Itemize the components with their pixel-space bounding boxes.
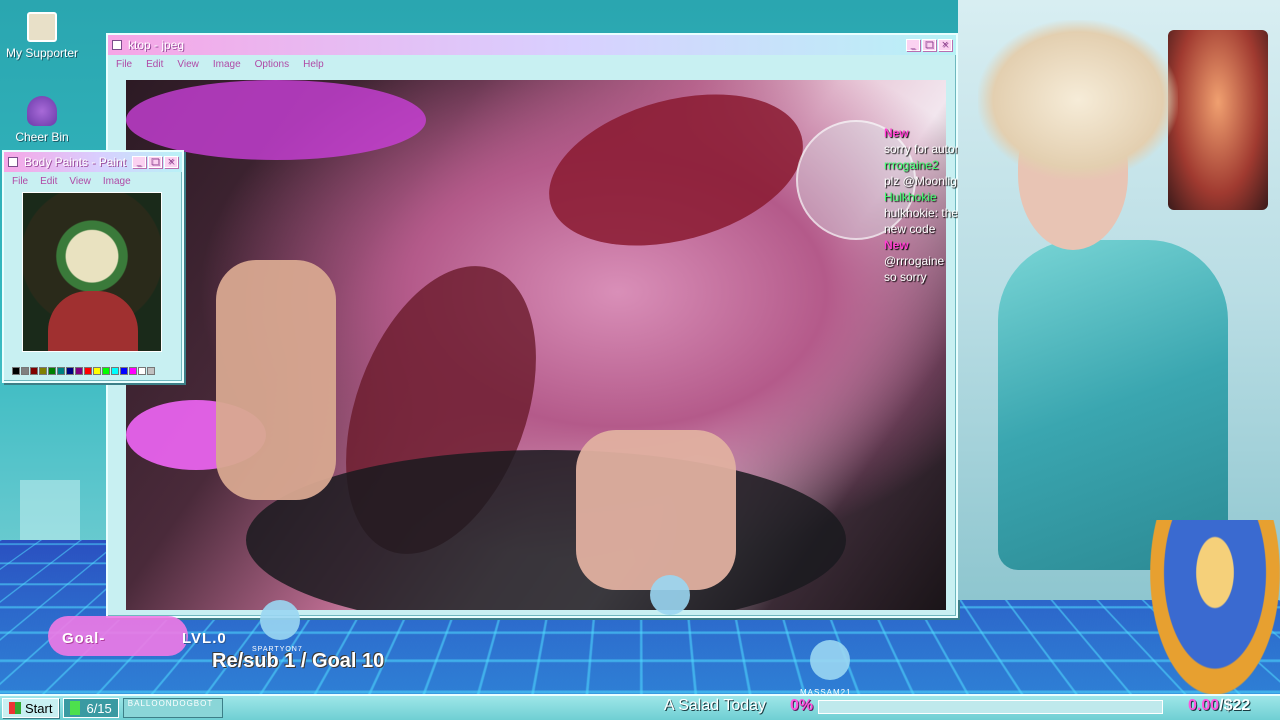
menu-file[interactable]: File (12, 176, 28, 187)
menu-file[interactable]: File (116, 59, 132, 70)
maximize-button[interactable]: □ (148, 156, 162, 168)
sub-goal-text: Re/sub 1 / Goal 10 (212, 650, 385, 672)
trash-bin-icon (27, 96, 57, 126)
counter-icon (70, 701, 81, 715)
donation-amount: 0.00/$22 (1188, 697, 1250, 715)
menu-edit[interactable]: Edit (146, 59, 163, 70)
close-button[interactable]: × (164, 156, 178, 168)
camera-view (126, 80, 946, 610)
goal-counter-button[interactable]: 6/15 (63, 698, 119, 718)
computer-icon (27, 12, 57, 42)
window-title: ktop - jpeg (128, 38, 185, 52)
paint-window: Body Paints - Paint _ □ × File Edit View… (2, 150, 184, 383)
desktop-icon-cheer-bin[interactable]: Cheer Bin (0, 96, 84, 144)
palette-swatch[interactable] (66, 367, 74, 375)
windows-flag-icon (9, 702, 21, 714)
salad-goal-label: A Salad Today (664, 697, 767, 714)
palette-swatch[interactable] (129, 367, 137, 375)
palette-swatch[interactable] (57, 367, 65, 375)
palette-swatch[interactable] (93, 367, 101, 375)
start-button[interactable]: Start (2, 698, 60, 718)
window-titlebar[interactable]: Body Paints - Paint _ □ × (4, 152, 182, 172)
paint-stroke (532, 80, 820, 272)
hand (576, 430, 736, 590)
menu-view[interactable]: View (177, 59, 199, 70)
palette-swatch[interactable] (12, 367, 20, 375)
desktop-icon-label: Cheer Bin (15, 130, 69, 144)
palette-swatch[interactable] (30, 367, 38, 375)
desk-mat (246, 450, 846, 610)
palette-swatch[interactable] (84, 367, 92, 375)
portrait-suit (48, 291, 138, 351)
palette-swatch[interactable] (138, 367, 146, 375)
goal-label: Goal- (62, 630, 106, 647)
menu-bar: File Edit View Image (4, 172, 182, 190)
level-label: LVL.0 (182, 630, 227, 647)
minimize-button[interactable]: _ (132, 156, 146, 168)
palette-swatch[interactable] (21, 367, 29, 375)
palette-swatch[interactable] (75, 367, 83, 375)
goal-progress-bar (818, 700, 1163, 714)
color-palette (12, 367, 155, 375)
menu-bar: File Edit View Image Options Help (108, 55, 956, 73)
hand (216, 260, 336, 500)
palette-swatch[interactable] (39, 367, 47, 375)
desktop-icon-my-supporter[interactable]: My Supporter (0, 12, 84, 60)
balloon-dog-icon (810, 640, 850, 680)
close-button[interactable]: × (938, 39, 952, 51)
desktop-icon-label: My Supporter (5, 46, 79, 60)
paint-stroke (126, 80, 426, 160)
goal-counter: 6/15 (86, 700, 112, 716)
webcam-feed (958, 0, 1280, 600)
maximize-button[interactable]: □ (922, 39, 936, 51)
balloon-dog-icon (650, 575, 690, 615)
window-title: Body Paints - Paint (24, 155, 127, 169)
menu-options[interactable]: Options (255, 59, 289, 70)
background-building (20, 480, 80, 540)
palette-swatch[interactable] (102, 367, 110, 375)
palette-swatch[interactable] (147, 367, 155, 375)
paint-canvas[interactable] (22, 192, 162, 352)
palette-swatch[interactable] (48, 367, 56, 375)
palette-swatch[interactable] (120, 367, 128, 375)
menu-help[interactable]: Help (303, 59, 324, 70)
start-label: Start (25, 700, 53, 716)
menu-image[interactable]: Image (213, 59, 241, 70)
window-system-icon[interactable] (112, 40, 122, 50)
bot-task-button[interactable]: BALLOONDOGBOT (122, 698, 223, 718)
menu-view[interactable]: View (69, 176, 91, 187)
donation-current: 0.00 (1188, 697, 1220, 714)
menu-edit[interactable]: Edit (40, 176, 57, 187)
minimize-button[interactable]: _ (906, 39, 920, 51)
paint-app-icon[interactable] (8, 157, 18, 167)
donation-goal: /$22 (1219, 697, 1251, 714)
balloon-dog-icon (260, 600, 300, 640)
streamer-hair (978, 20, 1178, 180)
window-titlebar[interactable]: ktop - jpeg _ □ × (108, 35, 956, 55)
character-art (1168, 30, 1268, 210)
goal-percent: 0% (790, 697, 814, 714)
hero-mascot (1150, 520, 1280, 695)
menu-image[interactable]: Image (103, 176, 131, 187)
palette-swatch[interactable] (111, 367, 119, 375)
latest-donor: MASSAM21 (800, 688, 852, 697)
